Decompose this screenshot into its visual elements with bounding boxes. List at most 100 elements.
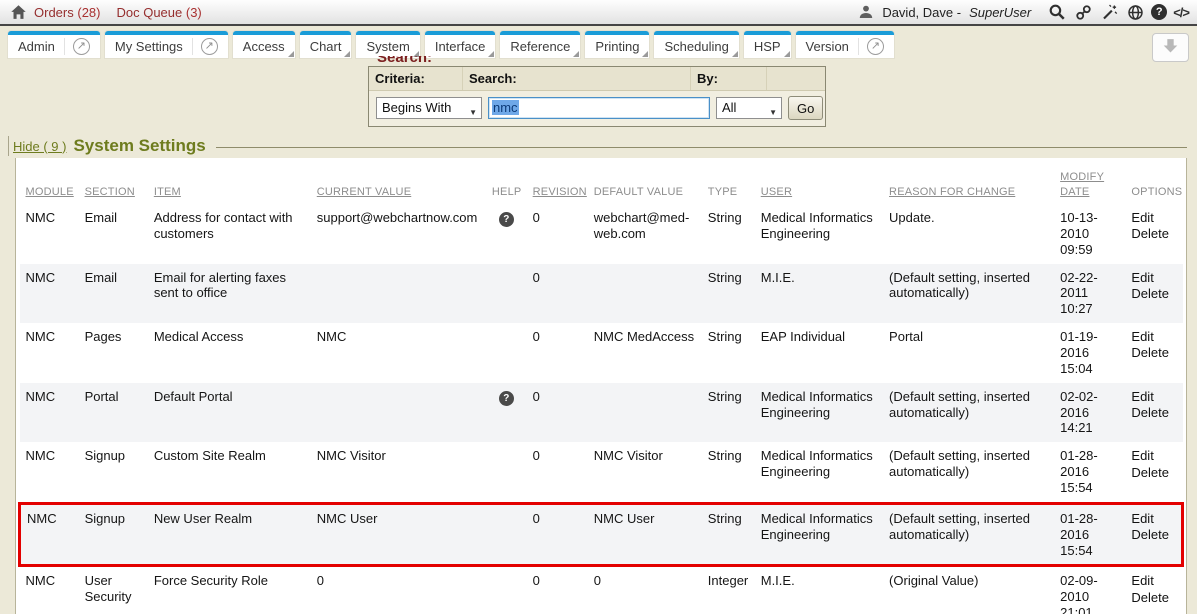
section-header: Hide ( 9 ) System Settings	[8, 136, 1187, 156]
edit-link[interactable]: Edit	[1131, 448, 1176, 464]
column-header-type: TYPE	[708, 186, 738, 198]
by-cell: All	[713, 97, 785, 119]
tab-interface[interactable]: Interface	[425, 31, 496, 58]
edit-link[interactable]: Edit	[1131, 389, 1176, 405]
column-header-section[interactable]: SECTION	[85, 186, 135, 198]
search-icon[interactable]	[1047, 2, 1067, 22]
cell-item: Address for contact with customers	[148, 204, 311, 264]
tab-label: Access	[243, 39, 285, 54]
globe-icon[interactable]	[1125, 2, 1145, 22]
cell-section: Email	[79, 264, 148, 324]
open-in-new-icon[interactable]: ↗	[73, 38, 90, 55]
cell-reason: (Default setting, inserted automatically…	[883, 264, 1054, 324]
help-cell	[486, 323, 527, 383]
delete-link[interactable]: Delete	[1131, 345, 1176, 361]
help-icon[interactable]: ?	[499, 212, 514, 227]
delete-link[interactable]: Delete	[1131, 590, 1176, 606]
by-label: By:	[691, 67, 767, 90]
cell-section: Signup	[79, 442, 148, 503]
criteria-select[interactable]: Begins With	[376, 97, 482, 119]
tab-jump-section: ↗	[858, 38, 884, 55]
delete-link[interactable]: Delete	[1131, 405, 1176, 421]
edit-link[interactable]: Edit	[1131, 511, 1175, 527]
doc-queue-link[interactable]: Doc Queue (3)	[116, 5, 201, 20]
column-header-user[interactable]: USER	[761, 186, 792, 198]
table-row: NMCPagesMedical AccessNMC0NMC MedAccessS…	[20, 323, 1183, 383]
edit-link[interactable]: Edit	[1131, 270, 1176, 286]
open-in-new-icon[interactable]: ↗	[201, 38, 218, 55]
cell-module: NMC	[20, 442, 79, 503]
delete-link[interactable]: Delete	[1131, 527, 1175, 543]
tab-chart[interactable]: Chart	[300, 31, 352, 58]
cell-revision: 0	[527, 566, 588, 614]
cell-current-value	[311, 264, 486, 324]
delete-link[interactable]: Delete	[1131, 226, 1176, 242]
cell-type: String	[702, 503, 755, 566]
options-cell: EditDelete	[1125, 264, 1182, 324]
help-icon[interactable]: ?	[499, 391, 514, 406]
column-header-item[interactable]: ITEM	[154, 186, 181, 198]
code-icon[interactable]: </>	[1173, 5, 1189, 20]
search-panel-labels: Criteria: Search: By:	[369, 67, 825, 91]
cell-user: M.I.E.	[755, 264, 883, 324]
edit-link[interactable]: Edit	[1131, 573, 1176, 589]
cell-modify-date: 02-22-2011 10:27	[1054, 264, 1125, 324]
cell-current-value	[311, 383, 486, 443]
tab-scheduling[interactable]: Scheduling	[654, 31, 738, 58]
tab-reference[interactable]: Reference	[500, 31, 580, 58]
orders-link[interactable]: Orders (28)	[34, 5, 100, 20]
cell-current-value: 0	[311, 566, 486, 614]
cell-revision: 0	[527, 204, 588, 264]
tab-my-settings[interactable]: My Settings↗	[105, 31, 228, 58]
tab-access[interactable]: Access	[233, 31, 295, 58]
collapse-toolbar-button[interactable]	[1152, 33, 1189, 62]
search-cell: nmc	[485, 97, 713, 119]
delete-link[interactable]: Delete	[1131, 465, 1176, 481]
table-row: NMCPortalDefault Portal?0StringMedical I…	[20, 383, 1183, 443]
cell-item: Custom Site Realm	[148, 442, 311, 503]
hide-link[interactable]: Hide ( 9 )	[13, 139, 66, 154]
cell-module: NMC	[20, 383, 79, 443]
orders-count: (28)	[77, 5, 100, 20]
help-cell: ?	[486, 383, 527, 443]
go-button[interactable]: Go	[788, 96, 823, 120]
cell-default-value: NMC MedAccess	[588, 323, 702, 383]
tab-hsp[interactable]: HSP	[744, 31, 791, 58]
user-icon	[856, 2, 876, 22]
top-bar: Orders (28) Doc Queue (3) David, Dave - …	[0, 0, 1197, 26]
cell-reason: (Default setting, inserted automatically…	[883, 503, 1054, 566]
help-cell	[486, 566, 527, 614]
tab-label: Reference	[510, 39, 570, 54]
cell-reason: (Default setting, inserted automatically…	[883, 442, 1054, 503]
help-icon[interactable]: ?	[1151, 4, 1167, 20]
criteria-cell: Begins With	[373, 97, 485, 119]
tab-system[interactable]: System	[356, 31, 419, 58]
help-cell	[486, 442, 527, 503]
search-panel: Search: Criteria: Search: By: Begins Wit…	[368, 66, 826, 127]
options-cell: EditDelete	[1125, 204, 1182, 264]
search-input-value: nmc	[492, 100, 519, 115]
delete-link[interactable]: Delete	[1131, 286, 1176, 302]
user-role: SuperUser	[969, 5, 1031, 20]
system-settings-table: MODULESECTIONITEMCURRENT VALUEHELPREVISI…	[18, 158, 1184, 614]
tab-printing[interactable]: Printing	[585, 31, 649, 58]
link-icon[interactable]	[1073, 2, 1093, 22]
column-header-modify-date[interactable]: MODIFY DATE	[1060, 171, 1104, 198]
down-arrow-icon	[1162, 37, 1179, 59]
by-select[interactable]: All	[716, 97, 782, 119]
column-header-current-value[interactable]: CURRENT VALUE	[317, 186, 412, 198]
user-name: David, Dave -	[882, 5, 961, 20]
edit-link[interactable]: Edit	[1131, 210, 1176, 226]
column-header-reason-for-change[interactable]: REASON FOR CHANGE	[889, 186, 1015, 198]
tab-admin[interactable]: Admin↗	[8, 31, 100, 58]
home-icon[interactable]	[8, 2, 28, 22]
tab-version[interactable]: Version↗	[796, 31, 894, 58]
edit-link[interactable]: Edit	[1131, 329, 1176, 345]
wand-icon[interactable]	[1099, 2, 1119, 22]
tab-label: Printing	[595, 39, 639, 54]
column-header-revision[interactable]: REVISION	[533, 186, 587, 198]
column-header-module[interactable]: MODULE	[26, 186, 74, 198]
search-input[interactable]: nmc	[488, 97, 710, 119]
cell-item: Default Portal	[148, 383, 311, 443]
open-in-new-icon[interactable]: ↗	[867, 38, 884, 55]
